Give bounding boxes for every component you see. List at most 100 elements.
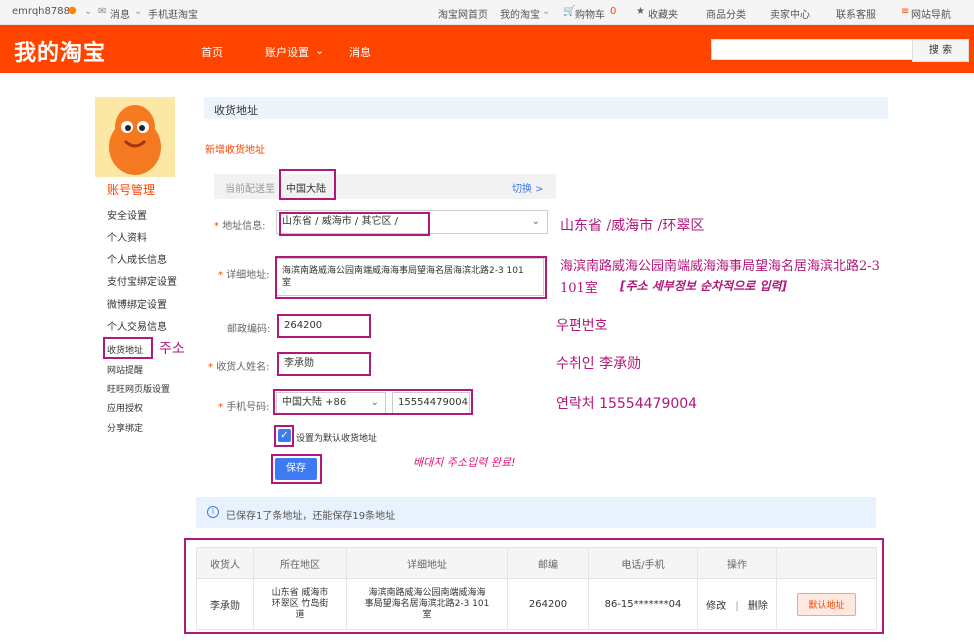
delete-link[interactable]: 删除: [748, 601, 768, 612]
seller-center-link[interactable]: 卖家中心: [770, 6, 810, 21]
table-header: 电话/手机: [588, 547, 698, 579]
avatar-mascot-icon: [95, 97, 175, 177]
recipient-name: 李承勋: [196, 578, 254, 630]
avatar[interactable]: [95, 97, 175, 177]
detail-annotation-note: [주소 세부정보 순차적으로 입력]: [620, 279, 788, 293]
sidebar-annotation: 주소: [159, 341, 185, 357]
region-line: 道: [295, 609, 305, 620]
messages-link[interactable]: 消息: [110, 6, 130, 21]
detail-annotation-line1: 海滨南路威海公园南端威海海事局望海名居海滨北路2-3: [560, 259, 880, 274]
zip-cell: 264200: [507, 578, 589, 630]
delivery-region-bar: 当前配送至 中国大陆 切换 >: [214, 174, 556, 199]
cart-icon: 🛒: [563, 6, 576, 17]
table-header: [776, 547, 877, 579]
nav-account-settings[interactable]: 账户设置: [265, 44, 309, 60]
nav-messages[interactable]: 消息: [349, 44, 371, 60]
search-input[interactable]: [711, 39, 913, 60]
edit-link[interactable]: 修改: [706, 601, 726, 612]
detail-cell: 海滨南路威海公园南端威海海 事局望海名居海滨北路2-3 101 室: [346, 578, 508, 630]
mobile-taobao-link[interactable]: 手机逛淘宝: [148, 6, 198, 21]
sidebar-item-security[interactable]: 安全设置: [107, 207, 147, 222]
chevron-down-icon[interactable]: ⌄: [542, 6, 550, 17]
menu-icon: ≡: [901, 6, 910, 17]
sidebar-item-share[interactable]: 分享绑定: [107, 421, 143, 434]
section-title: 收货地址: [214, 104, 258, 117]
name-label: 收货人姓名:: [216, 362, 270, 373]
user-level-icon: ●: [68, 5, 77, 16]
info-text: 已保存1了条地址，还能保存19条地址: [226, 511, 396, 522]
table-header: 详细地址: [346, 547, 508, 579]
sidebar-item-growth[interactable]: 个人成长信息: [107, 251, 167, 266]
chevron-down-icon[interactable]: ⌄: [315, 44, 324, 57]
customer-service-link[interactable]: 联系客服: [836, 6, 876, 21]
sidebar-item-alipay[interactable]: 支付宝绑定设置: [107, 273, 177, 288]
sidebar-item-weibo[interactable]: 微博绑定设置: [107, 296, 167, 311]
zip-annotation: 우편번호: [556, 318, 608, 334]
table-header-row: 收货人 所在地区 详细地址 邮编 电话/手机 操作: [196, 547, 877, 579]
sidebar-item-profile[interactable]: 个人资料: [107, 229, 147, 244]
sidebar-item-wangwang[interactable]: 旺旺网页版设置: [107, 382, 170, 395]
star-icon: ★: [636, 6, 645, 17]
info-icon: i: [207, 506, 219, 518]
switch-region-link[interactable]: 切换 >: [512, 180, 544, 195]
actions-cell: 修改 | 删除: [697, 578, 777, 630]
table-header: 收货人: [196, 547, 254, 579]
table-row: 李承勋 山东省 威海市 环翠区 竹岛街 道 海滨南路威海公园南端威海海 事局望海…: [196, 578, 877, 630]
detail-address-label: 详细地址:: [226, 270, 270, 281]
username-link[interactable]: emrqh8788: [12, 6, 70, 17]
top-bar: emrqh8788 ● ⌄ ✉ 消息 ⌄ 手机逛淘宝 淘宝网首页 我的淘宝 ⌄ …: [0, 0, 974, 25]
table-header: 所在地区: [253, 547, 347, 579]
phone-label: 手机号码:: [226, 402, 270, 413]
phone-cell: 86-15*******04: [588, 578, 698, 630]
favorites-link[interactable]: 收藏夹: [648, 6, 678, 21]
info-bar: i 已保存1了条地址，还能保存19条地址: [196, 497, 876, 528]
table-header: 操作: [697, 547, 777, 579]
chevron-down-icon: ⌄: [531, 216, 540, 227]
header: 我的淘宝 首页 账户设置 ⌄ 消息 搜 索: [0, 25, 974, 73]
region-line: 山东省 威海市: [271, 587, 329, 598]
address-table: 收货人 所在地区 详细地址 邮编 电话/手机 操作 李承勋 山东省 威海市 环翠…: [196, 547, 877, 630]
zip-label: 邮政编码:: [227, 324, 271, 335]
done-annotation: 배대지 주소입력 완료!: [413, 456, 516, 469]
region-line: 环翠区 竹岛街: [271, 598, 329, 609]
detail-line: 室: [422, 609, 432, 620]
highlight-box: [273, 389, 473, 415]
detail-line: 海滨南路威海公园南端威海海: [368, 587, 486, 598]
search-button[interactable]: 搜 索: [912, 39, 969, 62]
detail-annotation-line2: 101室: [560, 281, 598, 296]
default-address-label: 设置为默认收货地址: [296, 434, 378, 444]
address-annotation: 山东省 /威海市 /环翠区: [560, 218, 705, 234]
default-cell: 默认地址: [776, 578, 877, 630]
nav-home[interactable]: 首页: [201, 44, 223, 60]
chevron-down-icon[interactable]: ⌄: [84, 6, 92, 17]
categories-link[interactable]: 商品分类: [706, 6, 746, 21]
region-cell: 山东省 威海市 环翠区 竹岛街 道: [253, 578, 347, 630]
sidebar-item-reminders[interactable]: 网站提醒: [107, 363, 143, 376]
logo[interactable]: 我的淘宝: [14, 35, 106, 67]
mail-icon: ✉: [98, 6, 107, 17]
new-address-title: 新增收货地址: [205, 145, 265, 156]
default-address-badge[interactable]: 默认地址: [797, 592, 856, 616]
highlight-box: [279, 212, 430, 236]
detail-line: 事局望海名居海滨北路2-3 101: [364, 598, 490, 609]
sidebar-title: 账号管理: [107, 183, 156, 197]
phone-annotation: 연락처 15554479004: [556, 396, 698, 412]
highlight-box: [277, 314, 371, 338]
delivery-label: 当前配送至: [225, 184, 275, 195]
highlight-box: [103, 337, 153, 359]
sidebar-item-trade-info[interactable]: 个人交易信息: [107, 318, 167, 333]
my-taobao-link[interactable]: 我的淘宝: [500, 6, 540, 21]
highlight-box: [274, 425, 294, 447]
highlight-box: [275, 256, 547, 299]
address-label: 地址信息:: [222, 221, 266, 232]
highlight-box: [271, 454, 322, 484]
cart-link[interactable]: 购物车: [575, 6, 605, 21]
highlight-box: [277, 352, 371, 376]
chevron-down-icon[interactable]: ⌄: [134, 6, 142, 17]
cart-count: 0: [610, 6, 617, 17]
site-nav-link[interactable]: 网站导航: [911, 6, 951, 21]
table-header: 邮编: [507, 547, 589, 579]
highlight-box: [279, 169, 336, 200]
taobao-home-link[interactable]: 淘宝网首页: [438, 6, 488, 21]
sidebar-item-app-auth[interactable]: 应用授权: [107, 401, 143, 414]
